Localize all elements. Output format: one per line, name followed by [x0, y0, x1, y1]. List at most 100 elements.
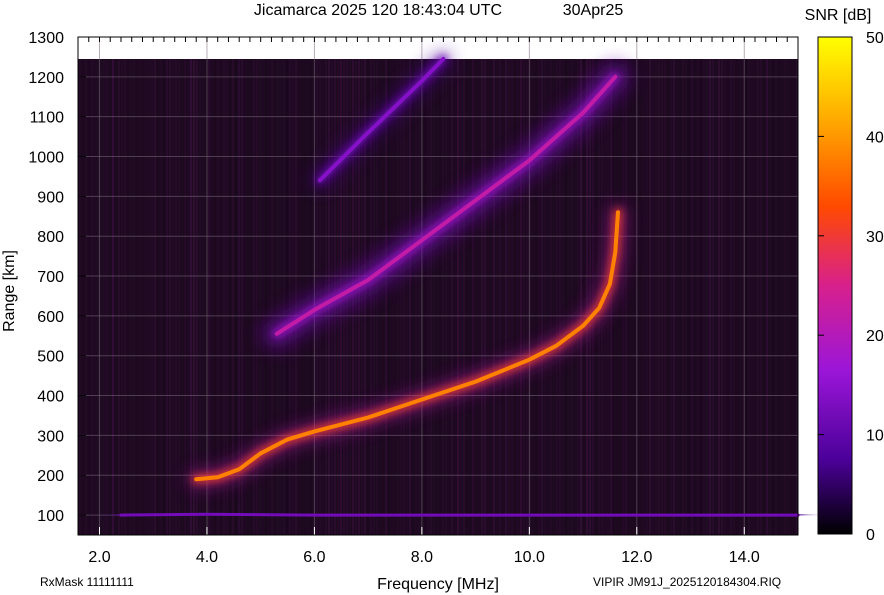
- noise-streak: [181, 59, 183, 535]
- noise-streak: [115, 59, 117, 535]
- noise-streak: [775, 59, 777, 535]
- noise-streak: [589, 59, 591, 535]
- noise-streak: [289, 59, 291, 535]
- trace-point: [635, 513, 639, 517]
- trace-core: [119, 512, 800, 517]
- noise-streak: [418, 59, 420, 535]
- trace-point: [420, 79, 424, 83]
- noise-streak: [283, 59, 285, 535]
- noise-streak: [271, 59, 273, 535]
- noise-streak: [532, 59, 534, 535]
- noise-streak: [514, 59, 516, 535]
- trace-point: [205, 512, 209, 516]
- noise-streak: [460, 59, 462, 535]
- noise-streak: [670, 59, 672, 535]
- noise-streak: [214, 59, 216, 535]
- noise-streak: [436, 59, 438, 535]
- noise-streak: [517, 59, 519, 535]
- y-tick-label: 400: [37, 389, 64, 406]
- noise-streak: [457, 59, 459, 535]
- noise-streak: [391, 59, 393, 535]
- trace-point: [216, 475, 220, 479]
- noise-streak: [388, 59, 390, 535]
- noise-streak: [169, 59, 171, 535]
- noise-streak: [133, 59, 135, 535]
- noise-streak: [286, 59, 288, 535]
- noise-streak: [475, 59, 477, 535]
- noise-streak: [679, 59, 681, 535]
- noise-streak: [451, 59, 453, 535]
- trace-point: [286, 437, 290, 441]
- noise-streak: [520, 59, 522, 535]
- noise-streak: [631, 59, 633, 535]
- noise-streak: [409, 59, 411, 535]
- noise-streak: [130, 59, 132, 535]
- y-tick-label: 200: [37, 468, 64, 485]
- y-tick-label: 500: [37, 349, 64, 366]
- noise-streak: [172, 59, 174, 535]
- colorbar-tick-label: 50: [866, 30, 884, 47]
- noise-streak: [784, 59, 786, 535]
- noise-streak: [712, 59, 714, 535]
- noise-streak: [613, 59, 615, 535]
- noise-streak: [730, 59, 732, 535]
- noise-streak: [766, 59, 768, 535]
- noise-streak: [619, 59, 621, 535]
- y-tick-label: 900: [37, 189, 64, 206]
- noise-streak: [412, 59, 414, 535]
- trace-point: [554, 344, 558, 348]
- x-tick-label: 14.0: [729, 549, 760, 566]
- trace-point: [742, 513, 746, 517]
- noise-streak: [154, 59, 156, 535]
- noise-streak: [217, 59, 219, 535]
- trace-point: [474, 198, 478, 202]
- colorbar-tick-label: 20: [866, 328, 884, 345]
- trace-point: [119, 513, 123, 517]
- x-tick-label: 2.0: [88, 549, 110, 566]
- trace-point: [616, 210, 620, 214]
- noise-streak: [448, 59, 450, 535]
- noise-streak: [82, 59, 84, 535]
- noise-streak: [769, 59, 771, 535]
- noise-streak: [538, 59, 540, 535]
- noise-streak: [220, 59, 222, 535]
- noise-streak: [715, 59, 717, 535]
- colorbar-tick-label: 40: [866, 129, 884, 146]
- trace-point: [527, 159, 531, 162]
- x-tick-label: 8.0: [411, 549, 433, 566]
- trace-point: [366, 131, 370, 135]
- trace-point: [581, 324, 585, 328]
- noise-streak: [454, 59, 456, 535]
- noise-streak: [91, 59, 93, 535]
- noise-streak: [655, 59, 657, 535]
- noise-streak: [493, 59, 495, 535]
- colorbar-tick-label: 30: [866, 229, 884, 246]
- noise-streak: [757, 59, 759, 535]
- noise-streak: [751, 59, 753, 535]
- noise-streak: [202, 59, 204, 535]
- noise-streak: [694, 59, 696, 535]
- noise-streak: [763, 59, 765, 535]
- noise-streak: [193, 59, 195, 535]
- noise-streak: [661, 59, 663, 535]
- trace-point: [441, 57, 445, 61]
- noise-streak: [124, 59, 126, 535]
- noise-streak: [736, 59, 738, 535]
- noise-streak: [727, 59, 729, 535]
- noise-streak: [184, 59, 186, 535]
- colorbar-label: SNR [dB]: [805, 7, 872, 24]
- trace-point: [527, 358, 531, 362]
- noise-streak: [262, 59, 264, 535]
- noise-streak: [709, 59, 711, 535]
- noise-streak: [484, 59, 486, 535]
- trace-4: [108, 501, 811, 529]
- noise-streak: [505, 59, 507, 535]
- noise-streak: [646, 59, 648, 535]
- noise-streak: [415, 59, 417, 535]
- chart-title: Jicamarca 2025 120 18:43:04 UTC: [254, 2, 502, 19]
- y-tick-label: 300: [37, 428, 64, 445]
- noise-streak: [760, 59, 762, 535]
- trace-point: [527, 513, 531, 517]
- noise-streak: [439, 59, 441, 535]
- noise-streak: [145, 59, 147, 535]
